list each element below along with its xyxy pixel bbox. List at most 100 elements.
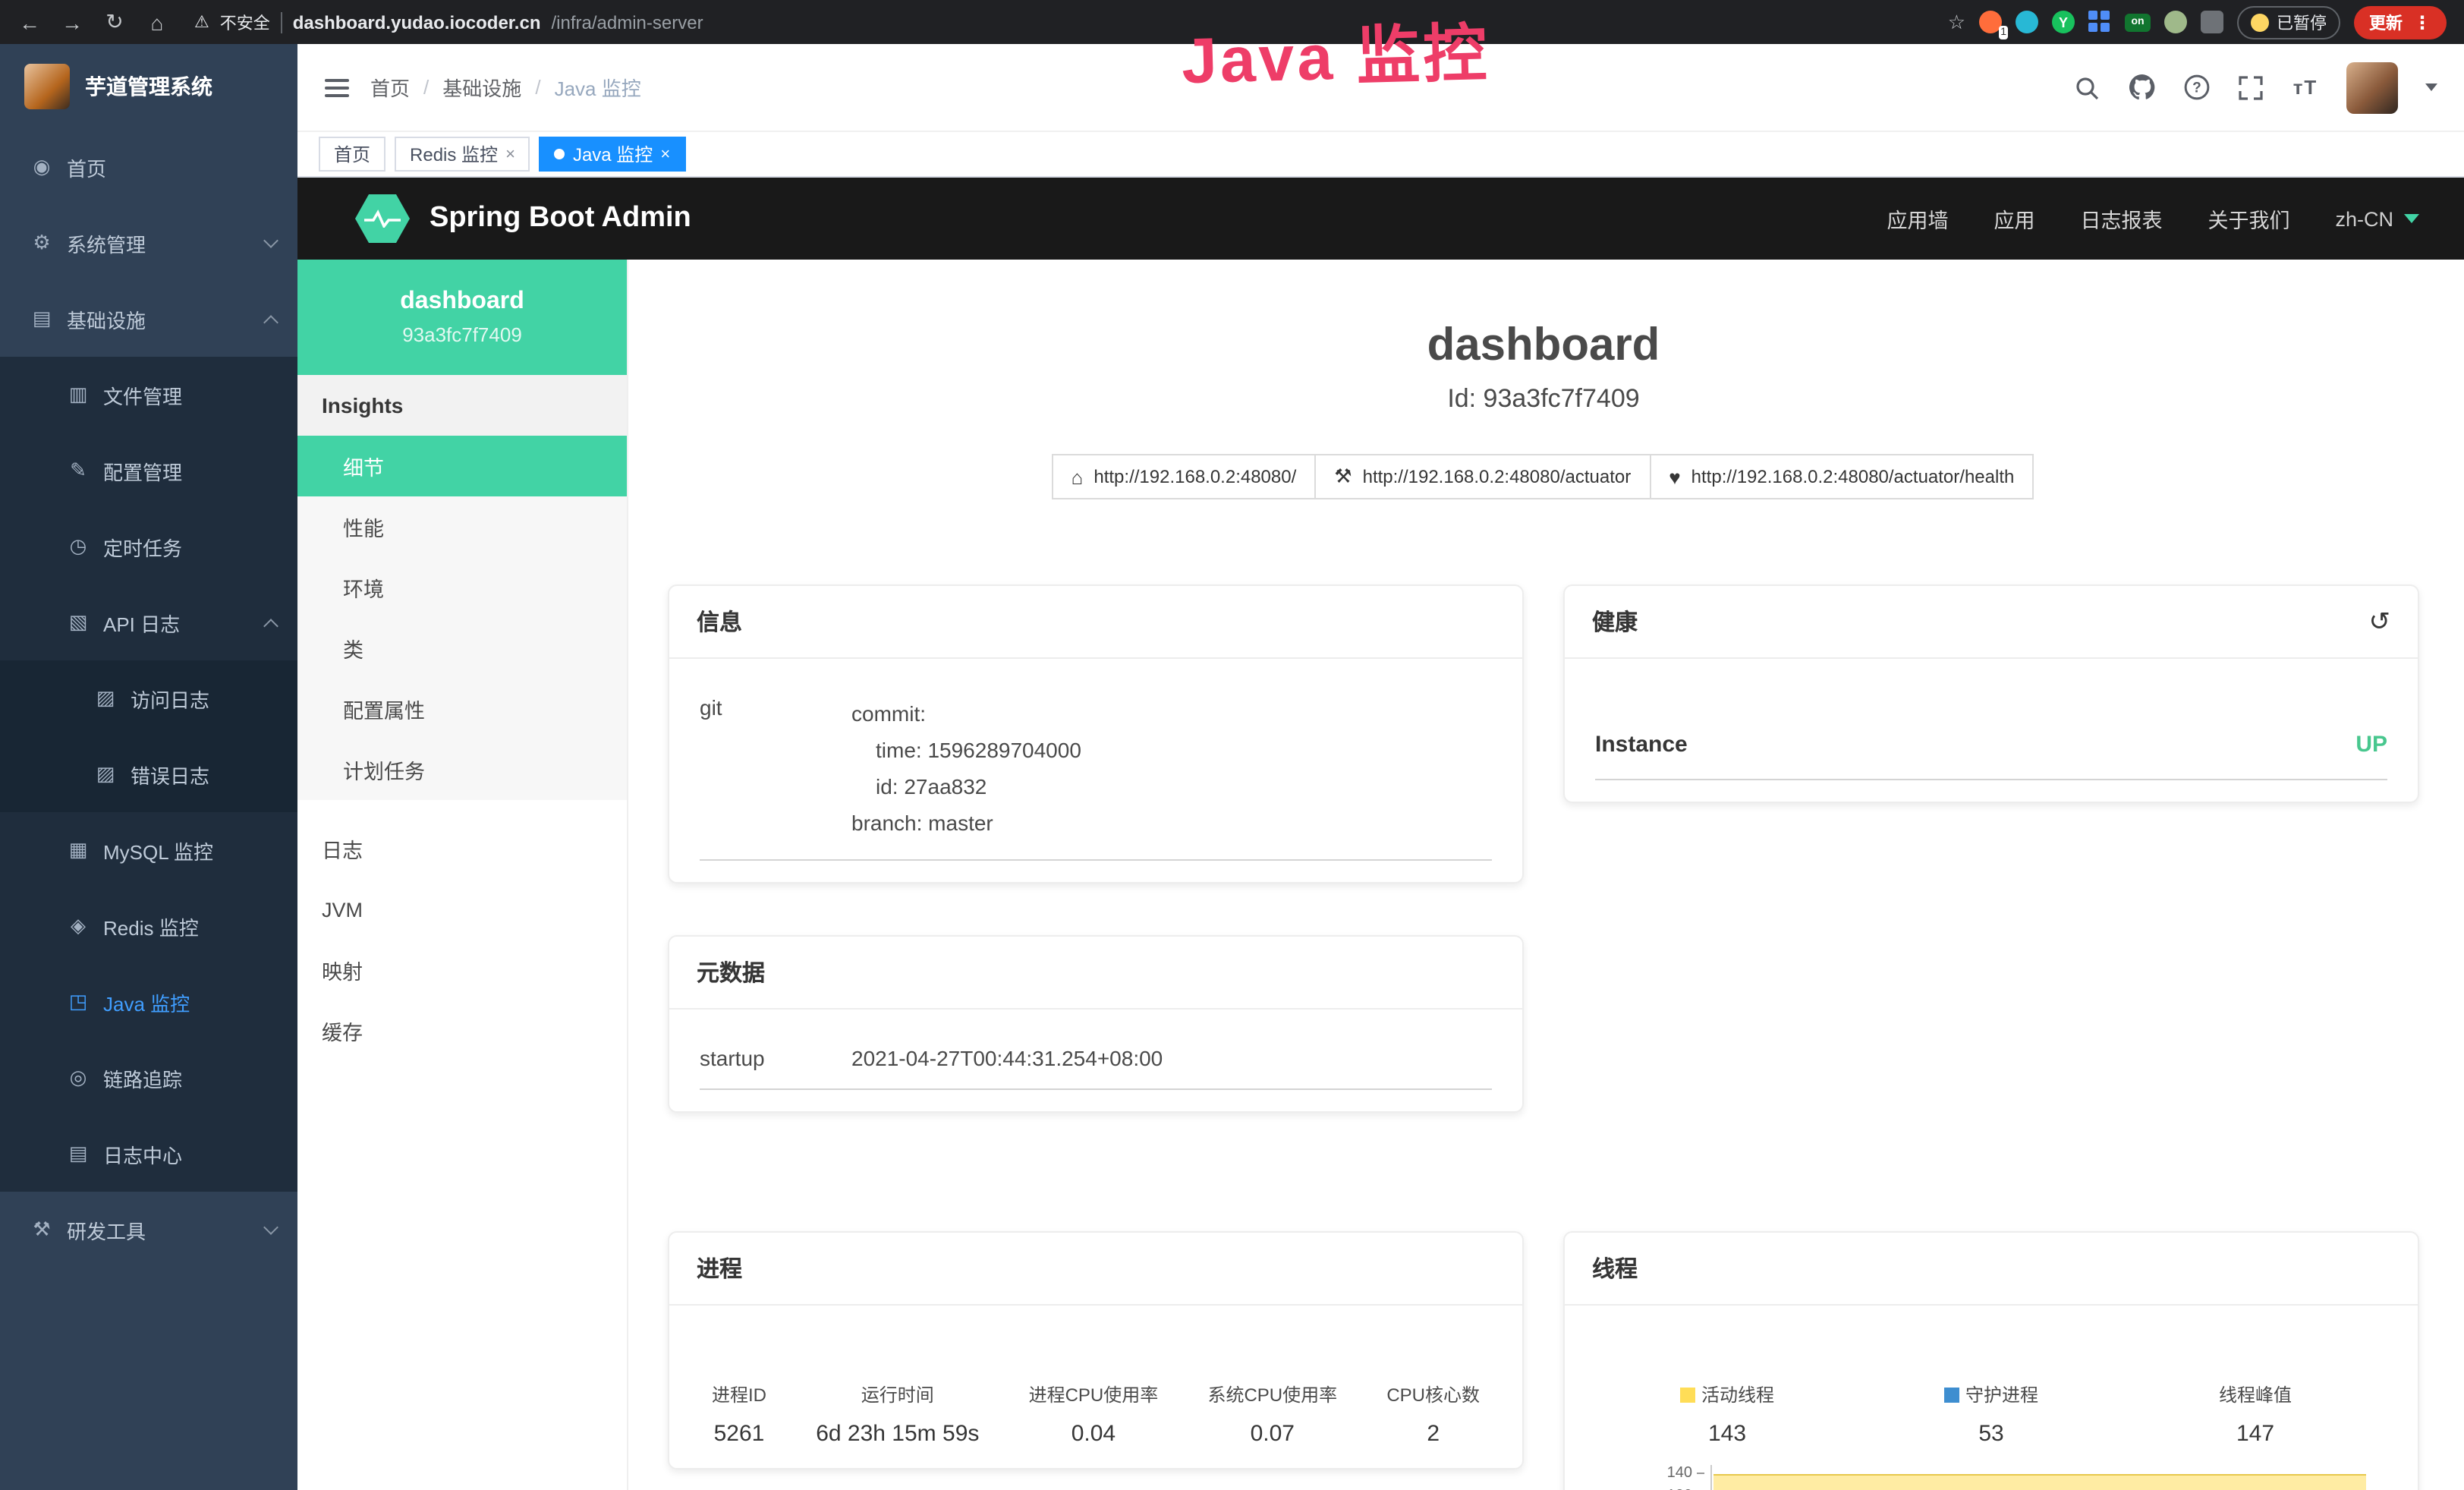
trace-icon: ◎ xyxy=(67,1066,90,1090)
breadcrumb-home[interactable]: 首页 xyxy=(370,73,410,102)
font-size-icon[interactable]: тT xyxy=(2292,74,2319,101)
tab-redis-monitor[interactable]: Redis 监控× xyxy=(395,137,530,172)
instance-name: dashboard xyxy=(400,288,524,316)
health-icon: ♥ xyxy=(1669,465,1680,488)
sidebar-item-config-management[interactable]: ✎配置管理 xyxy=(0,433,297,509)
metadata-card: 元数据 startup 2021-04-27T00:44:31.254+08:0… xyxy=(668,935,1524,1113)
tab-home[interactable]: 首页 xyxy=(319,137,385,172)
svg-text:?: ? xyxy=(2192,80,2201,96)
sidebar-item-log-center[interactable]: ▤日志中心 xyxy=(0,1116,297,1192)
sidebar-item-scheduled-tasks[interactable]: ◷定时任务 xyxy=(0,509,297,584)
sidebar-item-mysql-monitor[interactable]: ▦MySQL 监控 xyxy=(0,812,297,888)
doc-icon: ▨ xyxy=(94,686,117,710)
sba-item-jvm[interactable]: JVM xyxy=(297,879,627,940)
instance-header[interactable]: dashboard 93a3fc7f7409 xyxy=(297,260,627,375)
search-icon[interactable] xyxy=(2073,74,2101,101)
toggle-on-extension-icon[interactable]: on xyxy=(2125,13,2151,31)
hamburger-icon[interactable] xyxy=(325,78,349,96)
info-key: git xyxy=(700,695,851,841)
bookmark-star-icon[interactable]: ☆ xyxy=(1948,10,1965,34)
metadata-card-title: 元数据 xyxy=(669,937,1522,1010)
app-title: 芋道管理系统 xyxy=(85,71,212,102)
sidebar-item-java-monitor[interactable]: ◳Java 监控 xyxy=(0,964,297,1040)
api-log-icon: ▧ xyxy=(67,610,90,635)
sidebar-item-file-management[interactable]: ▥文件管理 xyxy=(0,357,297,433)
refresh-icon[interactable]: ↻ xyxy=(103,9,126,35)
leaf-extension-icon[interactable] xyxy=(2164,11,2187,33)
metadata-value: 2021-04-27T00:44:31.254+08:00 xyxy=(851,1046,1163,1070)
update-button[interactable]: 更新⋮ xyxy=(2354,5,2447,39)
grid-extension-icon[interactable] xyxy=(2088,11,2111,33)
breadcrumb-infrastructure[interactable]: 基础设施 xyxy=(442,73,521,102)
sba-item-classes[interactable]: 类 xyxy=(297,618,627,679)
actuator-url-link[interactable]: ⚒http://192.168.0.2:48080/actuator xyxy=(1314,454,1651,499)
sba-sidebar: dashboard 93a3fc7f7409 Insights 细节 性能 环境… xyxy=(297,260,628,1490)
dashboard-icon: ◉ xyxy=(30,155,53,179)
sba-nav-about[interactable]: 关于我们 xyxy=(2208,203,2289,234)
puzzle-extension-icon[interactable] xyxy=(2201,11,2223,33)
insights-group-label[interactable]: Insights xyxy=(297,375,627,436)
sba-item-performance[interactable]: 性能 xyxy=(297,496,627,557)
back-icon[interactable]: ← xyxy=(18,10,41,34)
health-url-link[interactable]: ♥http://192.168.0.2:48080/actuator/healt… xyxy=(1649,454,2034,499)
close-icon[interactable]: × xyxy=(505,145,515,163)
sba-item-mappings[interactable]: 映射 xyxy=(297,940,627,1000)
sidebar-item-infrastructure[interactable]: ▤基础设施 xyxy=(0,281,297,357)
browser-menu-icon[interactable]: ⋮ xyxy=(2413,11,2431,33)
green-y-extension-icon[interactable]: Y xyxy=(2052,11,2075,33)
close-icon[interactable]: × xyxy=(660,145,670,163)
database-icon: ▦ xyxy=(67,838,90,862)
spring-boot-admin: Spring Boot Admin 应用墙 应用 日志报表 关于我们 zh-CN… xyxy=(297,178,2464,1490)
home-icon[interactable]: ⌂ xyxy=(146,10,168,34)
sba-item-scheduled-tasks[interactable]: 计划任务 xyxy=(297,739,627,800)
infrastructure-icon: ▤ xyxy=(30,307,53,331)
instance-label: Instance xyxy=(1595,732,1688,758)
sidebar-item-system-management[interactable]: ⚙系统管理 xyxy=(0,205,297,281)
forward-icon[interactable]: → xyxy=(61,10,83,34)
sba-item-details[interactable]: 细节 xyxy=(297,436,627,496)
sidebar-item-link-tracing[interactable]: ◎链路追踪 xyxy=(0,1040,297,1116)
sba-item-caches[interactable]: 缓存 xyxy=(297,1000,627,1061)
tab-java-monitor[interactable]: Java 监控× xyxy=(540,137,685,172)
user-avatar[interactable] xyxy=(2346,61,2398,113)
sidebar-item-dev-tools[interactable]: ⚒研发工具 xyxy=(0,1192,297,1268)
sidebar-item-redis-monitor[interactable]: ◈Redis 监控 xyxy=(0,888,297,964)
service-url-link[interactable]: ⌂http://192.168.0.2:48080/ xyxy=(1052,454,1317,499)
sba-item-config-properties[interactable]: 配置属性 xyxy=(297,679,627,739)
sidebar-item-api-logs[interactable]: ▧API 日志 xyxy=(0,584,297,660)
edit-icon: ✎ xyxy=(67,458,90,483)
sidebar-item-access-logs[interactable]: ▨访问日志 xyxy=(0,660,297,736)
fox-extension-icon[interactable]: 1 xyxy=(1979,11,2002,33)
sba-content: dashboard Id: 93a3fc7f7409 ⌂http://192.1… xyxy=(628,260,2464,1490)
url-path: /infra/admin-server xyxy=(552,11,703,33)
health-instance-row: Instance UP xyxy=(1595,707,2387,780)
sba-logo-icon xyxy=(355,194,410,243)
sidebar-item-home[interactable]: ◉首页 xyxy=(0,129,297,205)
address-bar[interactable]: ⚠ 不安全 dashboard.yudao.iocoder.cn /infra/… xyxy=(194,10,703,34)
sba-item-environment[interactable]: 环境 xyxy=(297,557,627,618)
sba-item-logs[interactable]: 日志 xyxy=(297,818,627,879)
app-header: 首页 / 基础设施 / Java 监控 ? тT xyxy=(297,44,2464,132)
process-stats: 进程ID5261 运行时间6d 23h 15m 59s 进程CPU使用率0.04… xyxy=(700,1381,1492,1447)
paused-badge[interactable]: 已暂停 xyxy=(2237,5,2340,39)
app-logo[interactable]: 芋道管理系统 xyxy=(0,44,297,129)
file-icon: ▥ xyxy=(67,383,90,407)
sba-nav-wallboard[interactable]: 应用墙 xyxy=(1887,203,1948,234)
stat-cpu-cores: CPU核心数2 xyxy=(1386,1381,1480,1447)
divider xyxy=(281,11,282,33)
page-title: dashboard xyxy=(668,320,2419,372)
sba-nav-applications[interactable]: 应用 xyxy=(1994,203,2034,234)
github-icon[interactable] xyxy=(2128,74,2155,101)
status-badge: UP xyxy=(2355,732,2387,758)
cards-grid: 信息 git commit: time: 1596289704000 id: 2… xyxy=(668,584,2419,1490)
help-icon[interactable]: ? xyxy=(2182,74,2210,101)
stat-pid: 进程ID5261 xyxy=(712,1381,766,1447)
locale-selector[interactable]: zh-CN xyxy=(2335,207,2419,230)
drop-extension-icon[interactable] xyxy=(2016,11,2038,33)
avatar-caret-icon[interactable] xyxy=(2425,83,2437,91)
fullscreen-icon[interactable] xyxy=(2237,74,2264,101)
sidebar-item-error-logs[interactable]: ▨错误日志 xyxy=(0,736,297,812)
gear-icon: ⚙ xyxy=(30,231,53,255)
history-icon[interactable]: ↺ xyxy=(2369,606,2391,637)
sba-nav-journal[interactable]: 日志报表 xyxy=(2080,203,2162,234)
